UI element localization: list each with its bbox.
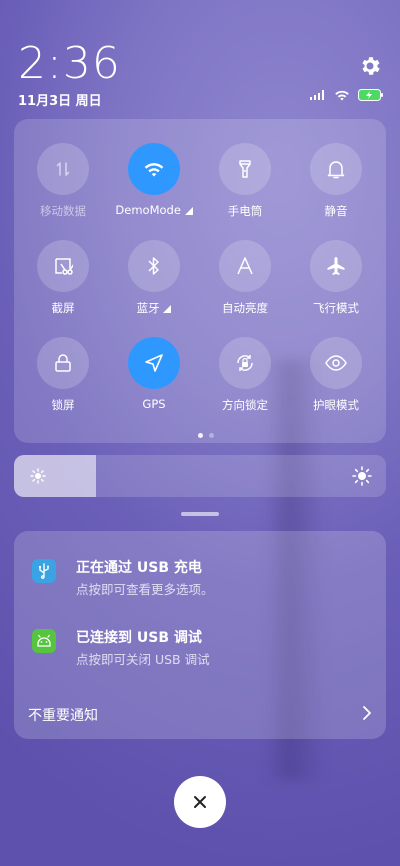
clock-time: 2:36 (18, 38, 121, 89)
tile-rotation-lock-circle[interactable] (219, 337, 271, 389)
tile-mute-circle[interactable] (310, 143, 362, 195)
tile-rotation-lock-label: 方向锁定 (222, 398, 268, 412)
tile-mute-label: 静音 (324, 204, 348, 218)
eye-icon (325, 355, 347, 371)
tile-mobile-data-label: 移动数据 (40, 204, 86, 218)
close-icon (194, 796, 206, 808)
tile-gps[interactable]: GPS (114, 337, 194, 427)
notification-debug-subtitle: 点按即可关闭 USB 调试 (76, 652, 210, 667)
wifi-status-icon (335, 90, 349, 101)
tile-eye-care-label: 护眼模式 (313, 398, 359, 412)
tile-bluetooth-circle[interactable] (128, 240, 180, 292)
tile-auto-brightness-label: 自动亮度 (222, 301, 268, 315)
tile-gps-label: GPS (142, 397, 166, 411)
airplane-icon (327, 257, 345, 275)
notification-debug-title: 已连接到 USB 调试 (76, 630, 202, 646)
brightness-slider-fill[interactable] (14, 455, 96, 497)
page-dot-inactive (209, 433, 214, 438)
unimportant-notifications-link[interactable]: 不重要通知 (28, 705, 98, 725)
notification-usb-app-icon (32, 559, 56, 583)
tile-mobile-data-circle[interactable] (37, 143, 89, 195)
tile-screenshot[interactable]: 截屏 (23, 240, 103, 330)
tile-gps-circle[interactable] (128, 337, 180, 389)
rotation-lock-icon (237, 355, 253, 371)
tile-wifi-circle[interactable] (128, 143, 180, 195)
battery-charging-icon (358, 89, 383, 101)
bell-icon (327, 161, 345, 179)
clear-all-button[interactable] (174, 776, 226, 828)
mobile-data-icon (56, 162, 70, 176)
tile-lock-screen[interactable]: 锁屏 (23, 337, 103, 427)
tile-screenshot-circle[interactable] (37, 240, 89, 292)
tile-mute[interactable]: 静音 (296, 143, 376, 233)
status-bar-icons (310, 89, 384, 101)
notification-usb-debugging[interactable]: 已连接到 USB 调试 点按即可关闭 USB 调试 (32, 627, 362, 673)
brightness-high-icon (352, 466, 372, 486)
tile-screenshot-label: 截屏 (51, 301, 75, 315)
tile-wifi[interactable]: DemoMode (114, 143, 194, 233)
screenshot-icon (55, 258, 73, 275)
tile-wifi-label-text: DemoMode (115, 203, 181, 217)
tile-wifi-label: DemoMode (114, 203, 194, 217)
auto-brightness-icon (237, 257, 253, 275)
location-icon (145, 354, 163, 372)
usb-icon (39, 563, 49, 579)
notification-debug-app-icon (32, 629, 56, 653)
wifi-icon (144, 163, 164, 177)
tile-airplane[interactable]: 飞行模式 (296, 240, 376, 330)
page-dot-active (198, 433, 203, 438)
brightness-slider[interactable] (14, 455, 386, 497)
tile-eye-care[interactable]: 护眼模式 (296, 337, 376, 427)
tile-lock-screen-label: 锁屏 (51, 398, 75, 412)
tile-airplane-label: 飞行模式 (313, 301, 359, 315)
tile-flashlight[interactable]: 手电筒 (205, 143, 285, 233)
notification-card: 正在通过 USB 充电 点按即可查看更多选项。 已连接到 USB 调试 点按即可… (14, 531, 386, 739)
expand-triangle-icon (184, 206, 193, 215)
tile-airplane-circle[interactable] (310, 240, 362, 292)
flashlight-icon (239, 160, 251, 178)
tile-rotation-lock[interactable]: 方向锁定 (205, 337, 285, 427)
tile-bluetooth-label-text: 蓝牙 (136, 301, 160, 315)
tile-auto-brightness-circle[interactable] (219, 240, 271, 292)
notification-usb-charging[interactable]: 正在通过 USB 充电 点按即可查看更多选项。 (32, 557, 362, 603)
tile-mobile-data[interactable]: 移动数据 (23, 143, 103, 233)
gear-icon (362, 57, 380, 75)
quick-settings-panel: 移动数据 DemoMode 手电筒 静音 截屏 蓝牙 自动亮度 飞行模式 锁屏 … (14, 119, 386, 443)
settings-button[interactable] (358, 54, 382, 78)
signal-icon (310, 90, 324, 100)
tile-auto-brightness[interactable]: 自动亮度 (205, 240, 285, 330)
notification-usb-subtitle: 点按即可查看更多选项。 (76, 582, 214, 597)
android-debug-icon (37, 634, 51, 647)
bluetooth-icon (148, 257, 159, 275)
drag-handle[interactable] (181, 512, 219, 516)
tile-bluetooth[interactable]: 蓝牙 (114, 240, 194, 330)
tile-eye-care-circle[interactable] (310, 337, 362, 389)
tile-flashlight-circle[interactable] (219, 143, 271, 195)
brightness-low-icon (30, 468, 46, 484)
notification-usb-title: 正在通过 USB 充电 (76, 560, 202, 576)
tile-bluetooth-label: 蓝牙 (114, 300, 194, 316)
tile-lock-screen-circle[interactable] (37, 337, 89, 389)
expand-triangle-icon (163, 304, 172, 313)
page-indicator (198, 433, 214, 438)
tile-flashlight-label: 手电筒 (227, 204, 263, 218)
chevron-right-icon[interactable] (362, 705, 372, 721)
date-label: 11月3日 周日 (18, 94, 102, 109)
lock-icon (55, 354, 71, 372)
